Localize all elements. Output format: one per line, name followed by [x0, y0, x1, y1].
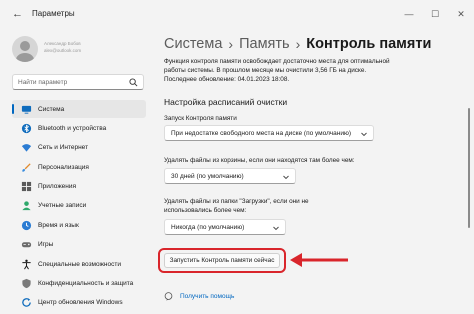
sidebar-item-accessibility[interactable]: Специальные возможности [12, 255, 146, 273]
chevron-right-icon: › [228, 36, 234, 52]
search-icon[interactable] [129, 78, 138, 87]
minimize-button[interactable]: — [396, 0, 422, 28]
sidebar-item-system[interactable]: Система [12, 100, 146, 118]
dropdown-value: При недостатке свободного места на диске… [171, 129, 352, 137]
scrollbar[interactable] [468, 108, 470, 228]
breadcrumb-storage[interactable]: Память [239, 36, 290, 52]
sidebar-item-label: Система [38, 105, 65, 113]
accessibility-icon [20, 258, 32, 270]
help-icon [164, 292, 173, 301]
sidebar-nav: Система Bluetooth и устройства Сеть и Ин… [12, 100, 146, 313]
downloads-label: Удалять файлы из папки "Загрузки", если … [164, 198, 309, 214]
monitor-icon [20, 103, 32, 115]
maximize-button[interactable]: ☐ [422, 0, 448, 28]
settings-window: ← Параметры — ☐ ✕ Александр Бобов alex@o… [0, 0, 474, 314]
sidebar: Александр Бобов alex@outlook.com Система… [0, 28, 150, 314]
run-storage-sense-label: Запуск Контроля памяти [164, 115, 237, 122]
sidebar-item-label: Учетные записи [38, 202, 87, 210]
get-help-label: Получить помощь [180, 293, 235, 300]
sidebar-item-label: Центр обновления Windows [38, 299, 123, 307]
wifi-icon [20, 142, 32, 154]
main-content: Система › Память › Контроль памяти Функц… [150, 28, 474, 314]
sidebar-item-apps[interactable]: Приложения [12, 178, 146, 196]
sidebar-item-privacy[interactable]: Конфиденциальность и защита [12, 275, 146, 293]
breadcrumb: Система › Память › Контроль памяти [164, 36, 431, 52]
sidebar-item-personalization[interactable]: Персонализация [12, 158, 146, 176]
recycle-bin-dropdown[interactable]: 30 дней (по умолчанию) [164, 168, 296, 184]
person-icon [20, 200, 32, 212]
dropdown-value: 30 дней (по умолчанию) [171, 172, 244, 180]
refresh-icon [20, 297, 32, 309]
sidebar-item-label: Время и язык [38, 221, 79, 229]
red-arrow-icon [290, 253, 348, 267]
run-storage-sense-button[interactable]: Запустить Контроль памяти сейчас [164, 253, 280, 268]
sidebar-item-label: Сеть и Интернет [38, 144, 89, 152]
get-help-link[interactable]: Получить помощь [164, 292, 234, 301]
close-button[interactable]: ✕ [448, 0, 474, 28]
storage-sense-description: Функция контроля памяти освобождает дост… [164, 58, 390, 83]
search-input[interactable] [18, 78, 128, 87]
downloads-dropdown[interactable]: Никогда (по умолчанию) [164, 219, 286, 235]
recycle-bin-label: Удалять файлы из корзины, если они наход… [164, 157, 355, 164]
sidebar-item-accounts[interactable]: Учетные записи [12, 197, 146, 215]
chevron-down-icon [361, 132, 367, 137]
avatar[interactable] [12, 36, 38, 62]
sidebar-item-windows-update[interactable]: Центр обновления Windows [12, 294, 146, 312]
sidebar-item-label: Специальные возможности [38, 260, 121, 268]
sidebar-item-gaming[interactable]: Игры [12, 236, 146, 254]
brush-icon [20, 161, 32, 173]
sidebar-item-label: Персонализация [38, 163, 89, 171]
breadcrumb-system[interactable]: Система [164, 36, 222, 52]
sidebar-item-label: Конфиденциальность и защита [38, 280, 134, 288]
bluetooth-icon [20, 122, 32, 134]
page-title: Контроль памяти [306, 36, 432, 52]
window-title: Параметры [32, 9, 75, 18]
chevron-down-icon [273, 226, 279, 231]
section-title: Настройка расписаний очистки [164, 97, 288, 107]
user-name: Александр Бобов [44, 41, 81, 46]
sidebar-item-bluetooth[interactable]: Bluetooth и устройства [12, 119, 146, 137]
sidebar-item-time-language[interactable]: Время и язык [12, 216, 146, 234]
sidebar-item-label: Игры [38, 241, 54, 249]
sidebar-item-label: Приложения [38, 183, 77, 191]
user-email: alex@outlook.com [44, 48, 82, 53]
dropdown-value: Никогда (по умолчанию) [171, 223, 245, 231]
run-storage-sense-button-label: Запустить Контроль памяти сейчас [169, 257, 275, 264]
back-arrow-icon[interactable]: ← [12, 8, 26, 20]
globe-clock-icon [20, 219, 32, 231]
title-bar: ← Параметры — ☐ ✕ [0, 0, 474, 28]
shield-icon [20, 278, 32, 290]
apps-icon [20, 181, 32, 193]
run-storage-sense-dropdown[interactable]: При недостатке свободного места на диске… [164, 125, 374, 141]
sidebar-item-label: Bluetooth и устройства [38, 124, 107, 132]
chevron-down-icon [283, 175, 289, 180]
window-controls: — ☐ ✕ [396, 0, 474, 28]
search-box[interactable] [12, 74, 144, 90]
chevron-right-icon: › [295, 36, 301, 52]
sidebar-item-network[interactable]: Сеть и Интернет [12, 139, 146, 157]
gamepad-icon [20, 239, 32, 251]
